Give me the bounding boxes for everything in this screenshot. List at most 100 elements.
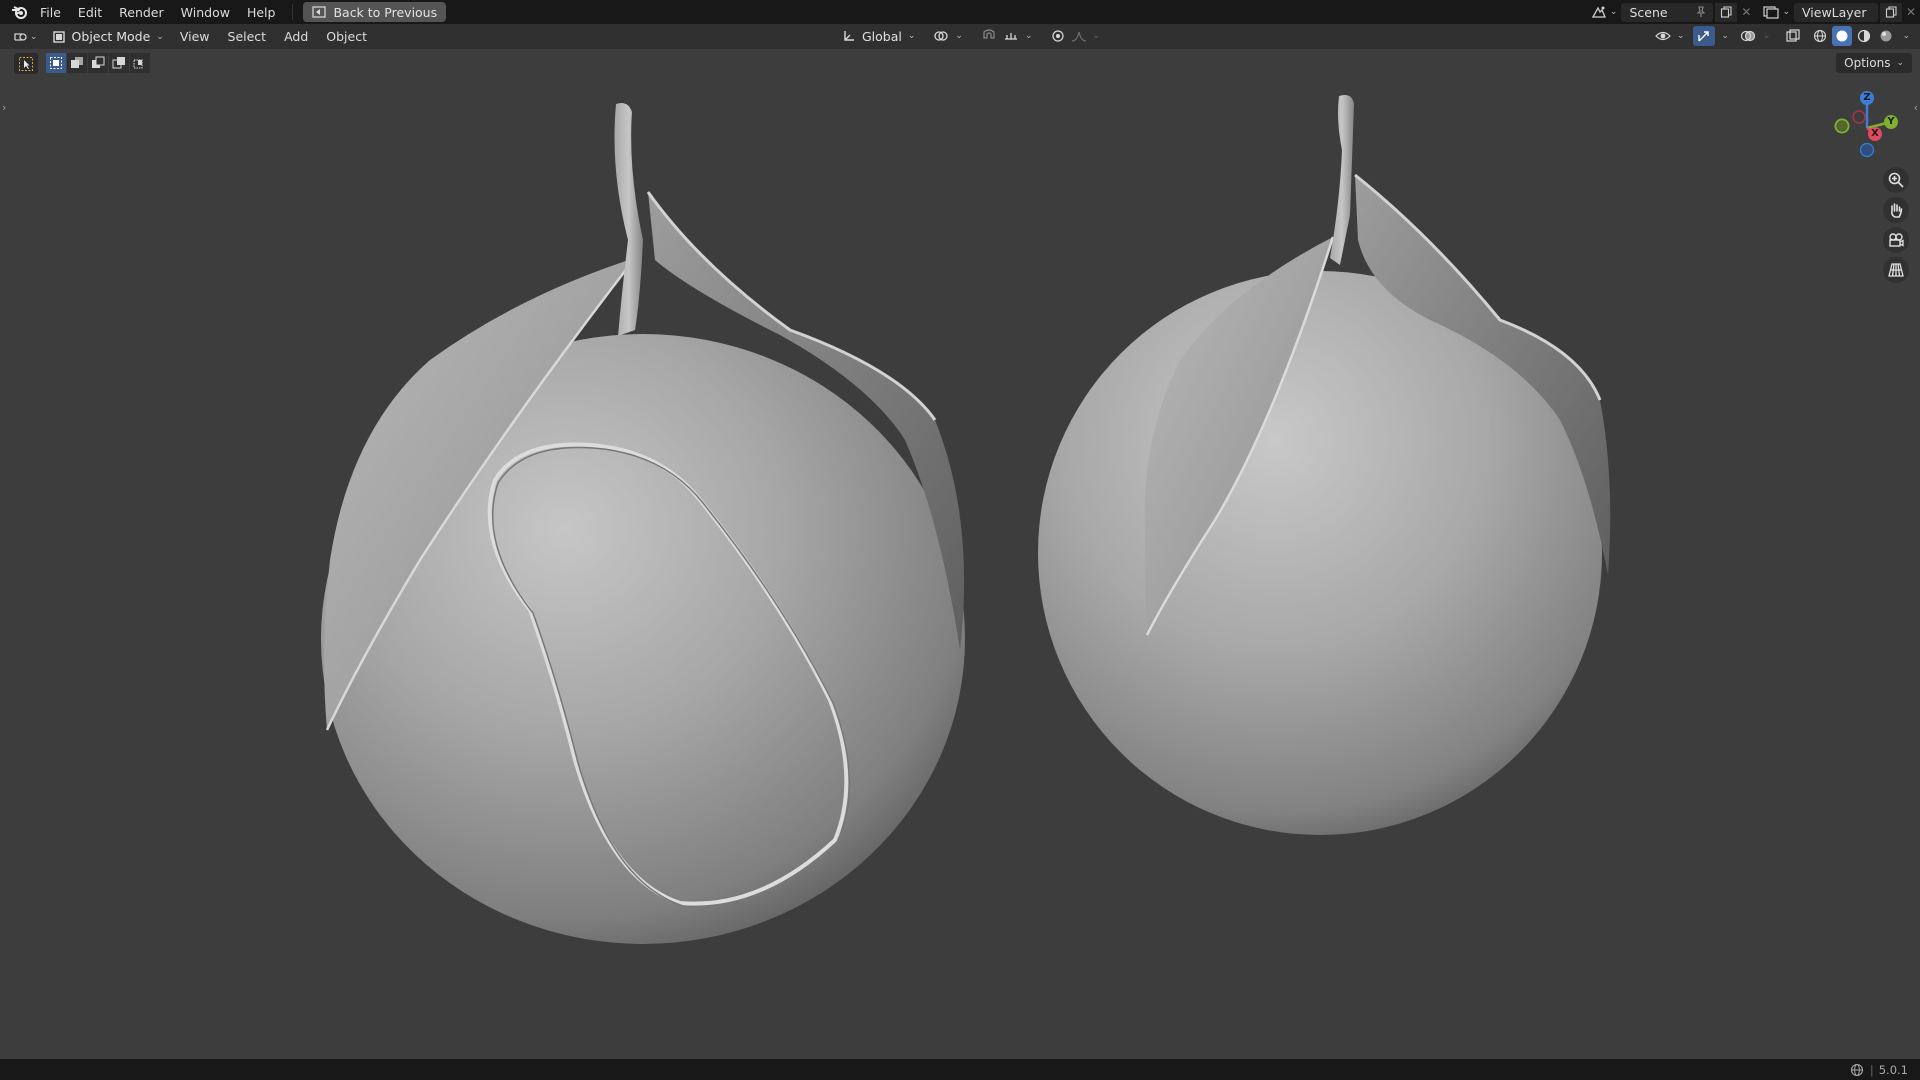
navigation-gizmo[interactable]: Z Y X xyxy=(1825,84,1905,164)
select-extend-button[interactable] xyxy=(67,53,87,73)
menu-select[interactable]: Select xyxy=(228,29,267,44)
overlays-icon xyxy=(1740,30,1756,42)
duplicate-icon xyxy=(1721,6,1733,18)
global-orientation-icon xyxy=(844,31,854,41)
view-layer-icon xyxy=(1763,6,1780,19)
chevron-down-icon: ⌄ xyxy=(1896,58,1904,68)
viewport-scene[interactable] xyxy=(0,49,1920,1059)
scene-selector[interactable]: ⌄ xyxy=(1591,5,1618,19)
chevron-down-icon: ⌄ xyxy=(1092,31,1101,41)
shading-material[interactable] xyxy=(1854,26,1874,46)
chevron-down-icon: ⌄ xyxy=(1609,7,1618,17)
gizmo-axis-x-label: X xyxy=(1871,128,1879,139)
select-new-icon xyxy=(50,57,62,69)
select-new-button[interactable] xyxy=(46,53,66,73)
rendered-shading-icon xyxy=(1880,30,1892,42)
chevron-down-icon[interactable]: ⌄ xyxy=(1763,31,1771,41)
new-view-layer-button[interactable] xyxy=(1880,2,1902,22)
menu-window[interactable]: Window xyxy=(181,5,230,20)
snap-increment-icon xyxy=(1004,33,1017,40)
fruit-model-left[interactable] xyxy=(321,103,965,944)
stem[interactable] xyxy=(1330,95,1354,265)
select-intersect-icon xyxy=(133,59,143,69)
view-layer-selector[interactable]: ⌄ xyxy=(1763,5,1790,19)
3d-viewport-icon xyxy=(14,32,27,41)
3d-viewport[interactable]: › ‹ Z Y X xyxy=(0,49,1920,1059)
scene-name-field[interactable]: Scene xyxy=(1621,2,1714,22)
select-intersect-button[interactable] xyxy=(130,53,150,73)
mode-label: Object Mode xyxy=(71,29,151,44)
active-tool-button[interactable] xyxy=(14,53,38,74)
overlays-toggle[interactable] xyxy=(1737,26,1759,46)
pivot-point-selector[interactable]: ⌄ xyxy=(927,26,969,46)
options-label: Options xyxy=(1844,56,1891,70)
select-subtract-button[interactable] xyxy=(88,53,108,73)
divider xyxy=(292,4,294,20)
zoom-button[interactable] xyxy=(1883,167,1909,193)
proportional-editing-icon xyxy=(1051,30,1064,42)
scene-icon xyxy=(1591,6,1606,18)
menu-file[interactable]: File xyxy=(40,5,61,20)
chevron-down-icon[interactable]: ⌄ xyxy=(1721,31,1729,41)
top-bar: File Edit Render Window Help Back to Pre… xyxy=(0,0,1920,24)
zoom-icon xyxy=(1888,172,1904,188)
view-layer-name: ViewLayer xyxy=(1802,4,1867,20)
gizmo-axis-z-label: Z xyxy=(1863,92,1871,103)
chevron-down-icon: ⌄ xyxy=(156,31,164,42)
menu-view[interactable]: View xyxy=(180,29,210,44)
toolbar-expand-arrow[interactable]: › xyxy=(2,101,6,114)
camera-icon xyxy=(1889,233,1904,247)
shading-rendered[interactable] xyxy=(1876,26,1896,46)
globe-icon xyxy=(1850,1063,1863,1076)
material-preview-icon xyxy=(1858,29,1871,43)
stem[interactable] xyxy=(614,103,644,336)
scene-name: Scene xyxy=(1629,4,1668,20)
menu-add[interactable]: Add xyxy=(284,29,308,44)
duplicate-icon xyxy=(1885,6,1897,18)
select-extend-icon xyxy=(71,57,83,68)
delete-view-layer-button[interactable]: ✕ xyxy=(1902,3,1920,22)
editor-type-selector[interactable]: ⌄ xyxy=(12,30,38,44)
fruit-model-right[interactable] xyxy=(1038,95,1611,835)
view-layer-field[interactable]: ViewLayer xyxy=(1794,2,1878,22)
options-dropdown[interactable]: Options ⌄ xyxy=(1836,53,1912,73)
xray-toggle[interactable] xyxy=(1782,26,1804,46)
object-mode-icon xyxy=(52,30,65,43)
proportional-editing[interactable]: ⌄ xyxy=(1045,26,1107,46)
pan-button[interactable] xyxy=(1883,197,1909,223)
menu-render[interactable]: Render xyxy=(119,5,164,20)
perspective-toggle-button[interactable] xyxy=(1883,257,1909,283)
scene-viewlayer-controls: ⌄ Scene ✕ ⌄ ViewLayer ✕ xyxy=(1591,0,1920,24)
selection-mode-group xyxy=(46,53,150,73)
back-to-previous-button[interactable]: Back to Previous xyxy=(303,2,447,22)
shading-solid[interactable] xyxy=(1832,26,1853,46)
chevron-down-icon[interactable]: ⌄ xyxy=(1902,31,1910,41)
camera-view-button[interactable] xyxy=(1883,227,1909,253)
version-label: 5.0.1 xyxy=(1878,1062,1908,1077)
falloff-curve-icon xyxy=(1071,31,1086,42)
snap-selector[interactable]: ⌄ xyxy=(975,26,1039,46)
eye-icon xyxy=(1654,31,1671,41)
gizmo-toggle[interactable] xyxy=(1693,26,1716,46)
menu-object[interactable]: Object xyxy=(326,29,367,44)
select-invert-button[interactable] xyxy=(109,53,129,73)
transform-orientation-selector[interactable]: Global ⌄ xyxy=(836,26,921,46)
mode-selector[interactable]: Object Mode ⌄ xyxy=(46,27,170,47)
chevron-down-icon: ⌄ xyxy=(907,31,916,41)
sidebar-expand-arrow[interactable]: ‹ xyxy=(1914,101,1918,114)
visibility-selector[interactable]: ⌄ xyxy=(1652,26,1688,46)
xray-icon xyxy=(1786,29,1801,42)
select-subtract-icon xyxy=(92,56,105,68)
blender-logo-icon[interactable] xyxy=(0,0,40,24)
menu-help[interactable]: Help xyxy=(247,5,276,20)
hand-icon xyxy=(1891,203,1903,218)
pin-icon xyxy=(1697,6,1706,17)
chevron-down-icon: ⌄ xyxy=(30,31,38,42)
delete-scene-button[interactable]: ✕ xyxy=(1737,3,1755,22)
menu-edit[interactable]: Edit xyxy=(78,5,102,20)
grid-perspective-icon xyxy=(1888,263,1904,277)
new-scene-button[interactable] xyxy=(1715,2,1738,22)
viewport-display-controls: ⌄ ⌄ ⌄ ⌄ xyxy=(1652,26,1910,46)
snap-magnet-icon xyxy=(983,29,995,39)
shading-wireframe[interactable] xyxy=(1810,26,1830,46)
